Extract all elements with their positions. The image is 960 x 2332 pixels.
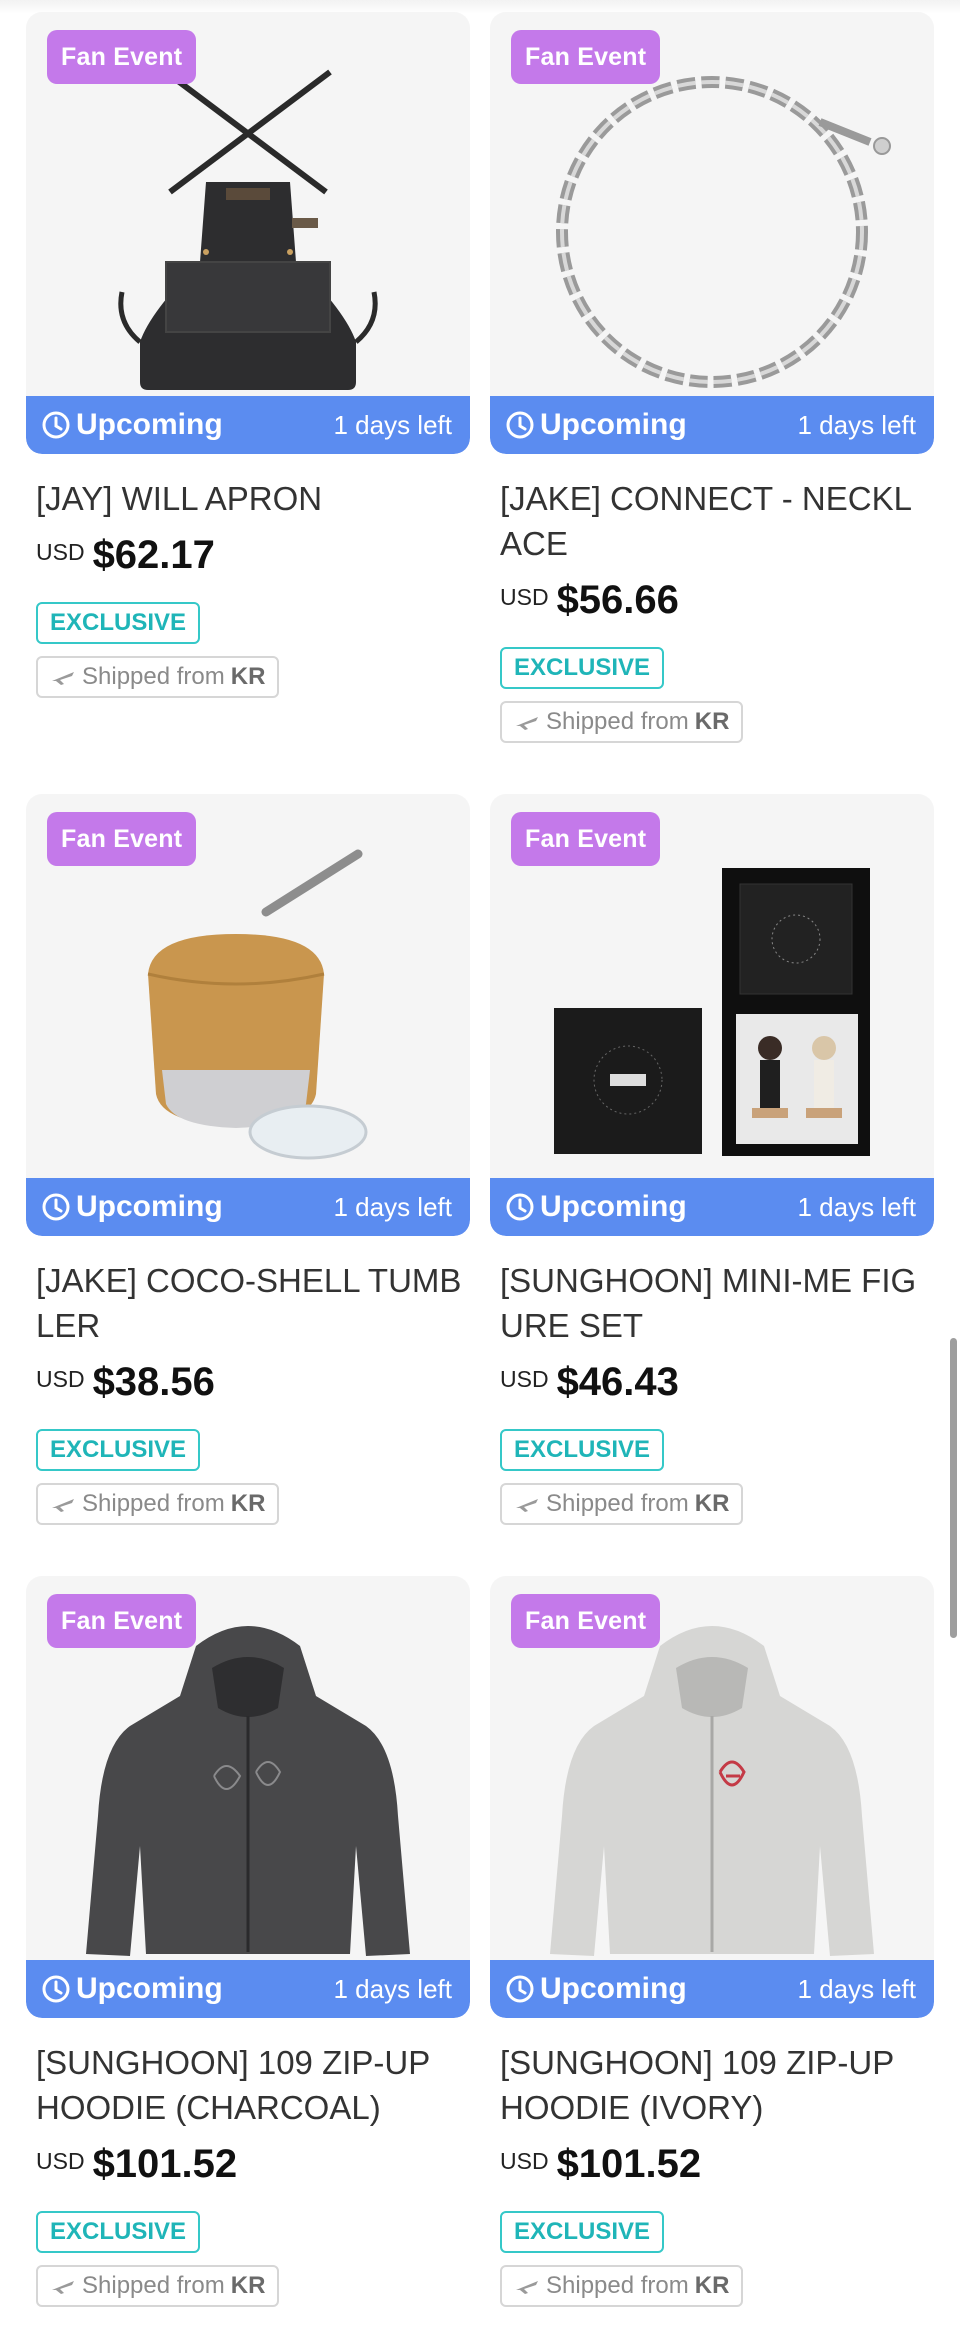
- price: $101.52: [556, 2142, 702, 2186]
- scrollbar-thumb[interactable]: [950, 1338, 957, 1638]
- clock-icon: [506, 1975, 534, 2003]
- shipped-from-tag: Shipped from KR: [500, 2265, 744, 2307]
- airplane-icon: [52, 2281, 74, 2294]
- product-image[interactable]: Fan Event Upcoming 1 days left: [26, 12, 470, 454]
- shipped-from-tag: Shipped from KR: [500, 1483, 744, 1525]
- fan-event-badge: Fan Event: [511, 30, 661, 84]
- product-name[interactable]: [JAKE] CONNECT - NECKLACE: [490, 476, 934, 566]
- airplane-icon: [516, 2281, 538, 2294]
- days-left: 1 days left: [797, 1973, 916, 2004]
- exclusive-tag: EXCLUSIVE: [36, 2211, 201, 2253]
- product-image[interactable]: Fan Event Upcoming 1 days left: [490, 794, 934, 1236]
- clock-icon: [42, 1193, 70, 1221]
- upcoming-status-bar: Upcoming 1 days left: [490, 1960, 934, 2018]
- fan-event-badge: Fan Event: [511, 1594, 661, 1648]
- product-card[interactable]: Fan Event Upcoming 1 days left [JAKE] CO…: [26, 794, 470, 1576]
- exclusive-tag: EXCLUSIVE: [500, 2211, 665, 2253]
- product-image[interactable]: Fan Event Upcoming 1 days left: [490, 12, 934, 454]
- fan-event-badge: Fan Event: [47, 812, 197, 866]
- product-name[interactable]: [SUNGHOON] 109 ZIP-UP HOODIE (IVORY): [490, 2040, 934, 2130]
- ship-origin: KR: [694, 2272, 730, 2299]
- status-label: Upcoming: [76, 1190, 223, 1223]
- days-left: 1 days left: [333, 1191, 452, 1222]
- upcoming-status-bar: Upcoming 1 days left: [26, 396, 470, 454]
- price-row: USD $101.52: [26, 2142, 470, 2187]
- exclusive-tag: EXCLUSIVE: [500, 1429, 665, 1471]
- shipped-from-label: Shipped from: [82, 1490, 225, 1517]
- ship-origin: KR: [230, 2272, 266, 2299]
- status-label: Upcoming: [540, 408, 687, 441]
- clock-icon: [42, 411, 70, 439]
- fan-event-badge: Fan Event: [47, 1594, 197, 1648]
- exclusive-tag: EXCLUSIVE: [500, 647, 665, 689]
- exclusive-tag: EXCLUSIVE: [36, 1429, 201, 1471]
- product-card[interactable]: Fan Event Upcoming 1 days left [SUNGHOON…: [26, 1576, 470, 2332]
- product-name[interactable]: [JAY] WILL APRON: [26, 476, 470, 521]
- shipped-from-label: Shipped from: [546, 1490, 689, 1517]
- status-label: Upcoming: [76, 1972, 223, 2005]
- currency: USD: [36, 1366, 85, 1392]
- shipped-from-label: Shipped from: [82, 663, 225, 690]
- shipped-from-tag: Shipped from KR: [36, 2265, 280, 2307]
- clock-icon: [42, 1975, 70, 2003]
- currency: USD: [500, 1366, 549, 1392]
- product-card[interactable]: Fan Event Upcoming 1 days left [JAKE] CO…: [490, 12, 934, 794]
- days-left: 1 days left: [333, 1973, 452, 2004]
- airplane-icon: [52, 1499, 74, 1512]
- shipped-from-tag: Shipped from KR: [36, 656, 280, 698]
- product-card[interactable]: Fan Event Upcoming 1 days left [SUNGHOON…: [490, 794, 934, 1576]
- airplane-icon: [516, 717, 538, 730]
- shipped-from-label: Shipped from: [82, 2272, 225, 2299]
- product-image[interactable]: Fan Event Upcoming 1 days left: [26, 794, 470, 1236]
- product-card[interactable]: Fan Event Upcoming 1 days left [JAY] WIL…: [26, 12, 470, 794]
- product-image[interactable]: Fan Event Upcoming 1 days left: [490, 1576, 934, 2018]
- currency: USD: [500, 2148, 549, 2174]
- product-image[interactable]: Fan Event Upcoming 1 days left: [26, 1576, 470, 2018]
- status-label: Upcoming: [76, 408, 223, 441]
- currency: USD: [36, 2148, 85, 2174]
- product-name[interactable]: [SUNGHOON] 109 ZIP-UP HOODIE (CHARCOAL): [26, 2040, 470, 2130]
- upcoming-status-bar: Upcoming 1 days left: [26, 1960, 470, 2018]
- clock-icon: [506, 1193, 534, 1221]
- price-row: USD $62.17: [26, 533, 470, 578]
- price: $38.56: [92, 1360, 215, 1404]
- price: $62.17: [92, 533, 215, 577]
- product-grid: Fan Event Upcoming 1 days left [JAY] WIL…: [26, 12, 934, 2332]
- upcoming-status-bar: Upcoming 1 days left: [26, 1178, 470, 1236]
- price-row: USD $38.56: [26, 1360, 470, 1405]
- shipped-from-tag: Shipped from KR: [500, 701, 744, 743]
- upcoming-status-bar: Upcoming 1 days left: [490, 1178, 934, 1236]
- status-label: Upcoming: [540, 1190, 687, 1223]
- airplane-icon: [52, 672, 74, 685]
- price-row: USD $46.43: [490, 1360, 934, 1405]
- product-name[interactable]: [JAKE] COCO-SHELL TUMBLER: [26, 1258, 470, 1348]
- price-row: USD $56.66: [490, 578, 934, 623]
- ship-origin: KR: [230, 663, 266, 690]
- status-label: Upcoming: [540, 1972, 687, 2005]
- fan-event-badge: Fan Event: [511, 812, 661, 866]
- days-left: 1 days left: [333, 409, 452, 440]
- ship-origin: KR: [230, 1490, 266, 1517]
- price: $46.43: [556, 1360, 679, 1404]
- shipped-from-label: Shipped from: [546, 2272, 689, 2299]
- days-left: 1 days left: [797, 1191, 916, 1222]
- price-row: USD $101.52: [490, 2142, 934, 2187]
- clock-icon: [506, 411, 534, 439]
- ship-origin: KR: [694, 708, 730, 735]
- currency: USD: [500, 584, 549, 610]
- days-left: 1 days left: [797, 409, 916, 440]
- fan-event-badge: Fan Event: [47, 30, 197, 84]
- currency: USD: [36, 539, 85, 565]
- product-card[interactable]: Fan Event Upcoming 1 days left [SUNGHOON…: [490, 1576, 934, 2332]
- airplane-icon: [516, 1499, 538, 1512]
- ship-origin: KR: [694, 1490, 730, 1517]
- price: $101.52: [92, 2142, 238, 2186]
- shipped-from-label: Shipped from: [546, 708, 689, 735]
- price: $56.66: [556, 578, 679, 622]
- product-name[interactable]: [SUNGHOON] MINI-ME FIGURE SET: [490, 1258, 934, 1348]
- upcoming-status-bar: Upcoming 1 days left: [490, 396, 934, 454]
- shipped-from-tag: Shipped from KR: [36, 1483, 280, 1525]
- exclusive-tag: EXCLUSIVE: [36, 602, 201, 644]
